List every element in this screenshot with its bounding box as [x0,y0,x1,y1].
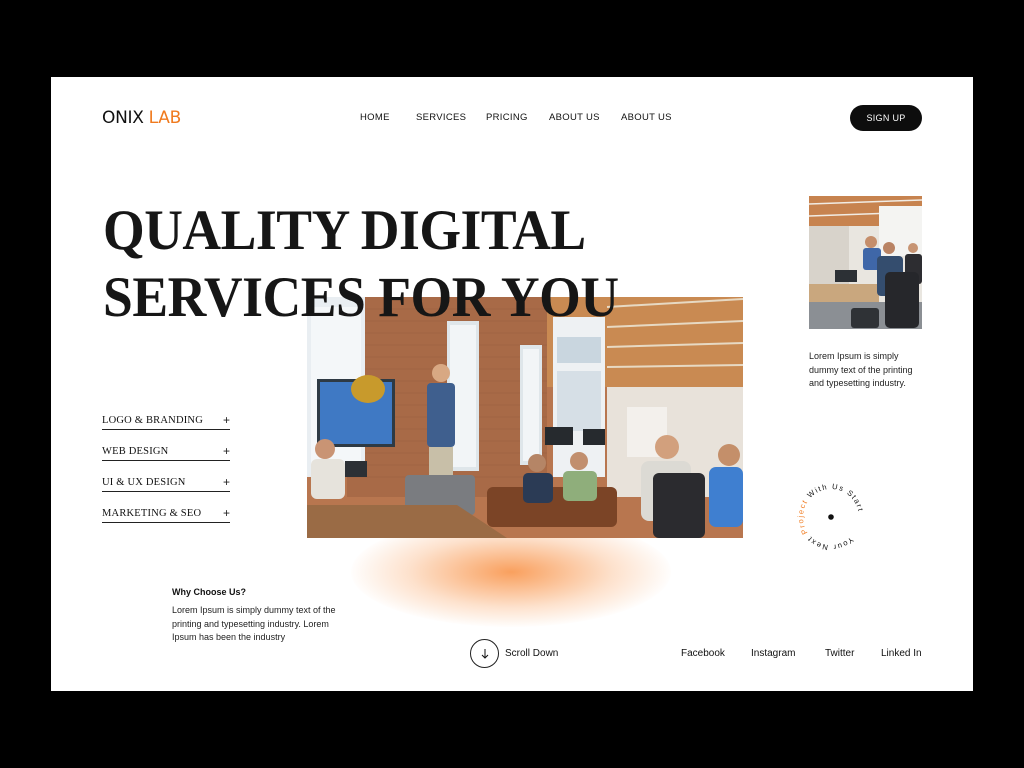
brand-logo[interactable]: ONIX LAB [102,108,181,128]
service-item-web-design[interactable]: WEB DESIGN + [102,430,230,461]
side-description: Lorem Ipsum is simply dummy text of the … [809,351,913,388]
hero-office-photo [307,297,743,538]
nav-home[interactable]: HOME [360,112,390,123]
side-office-photo [809,196,922,329]
social-link-instagram[interactable]: Instagram [751,648,795,659]
nav-about-us-2[interactable]: ABOUT US [621,112,672,123]
plus-icon[interactable]: + [223,507,230,519]
nav-pricing[interactable]: PRICING [486,112,528,123]
landing-page-card: ONIX LAB HOME SERVICES PRICING ABOUT US … [51,77,973,691]
service-item-marketing-seo[interactable]: MARKETING & SEO + [102,492,230,523]
plus-icon[interactable]: + [223,414,230,426]
why-choose-text: Lorem Ipsum is simply dummy text of the … [172,605,336,642]
arrow-down-icon [481,648,488,659]
social-link-linkedin[interactable]: Linked In [881,648,922,659]
why-choose-title: Why Choose Us? [172,587,247,597]
badge-text-part-2: With Us Start [802,479,869,535]
hero-title-line-2: SERVICES FOR YOU [103,266,619,329]
services-accordion: LOGO & BRANDING + WEB DESIGN + UI & UX D… [102,399,230,523]
hero-title-line-1: QUALITY DIGITAL [103,199,586,262]
nav-services[interactable]: SERVICES [416,112,466,123]
badge-center-dot [828,514,834,520]
service-label: MARKETING & SEO [102,508,202,519]
badge-text-accent: Project [793,496,824,538]
social-link-twitter[interactable]: Twitter [825,648,854,659]
sign-up-button[interactable]: SIGN UP [850,105,922,131]
hero-title: QUALITY DIGITAL SERVICES FOR YOU [103,197,619,331]
plus-icon[interactable]: + [223,445,230,457]
service-item-ui-ux-design[interactable]: UI & UX DESIGN + [102,461,230,492]
plus-icon[interactable]: + [223,476,230,488]
logo-main-text: ONIX [102,108,144,128]
service-label: WEB DESIGN [102,446,169,457]
social-link-facebook[interactable]: Facebook [681,648,725,659]
service-label: UI & UX DESIGN [102,477,186,488]
logo-accent-text: LAB [148,108,182,128]
scroll-down-button[interactable] [470,639,499,668]
nav-about-us[interactable]: ABOUT US [549,112,600,123]
project-badge[interactable]: Your Next Project With Us Start [782,467,870,566]
scroll-down-label[interactable]: Scroll Down [505,648,558,659]
service-label: LOGO & BRANDING [102,415,203,426]
service-item-logo-branding[interactable]: LOGO & BRANDING + [102,399,230,430]
